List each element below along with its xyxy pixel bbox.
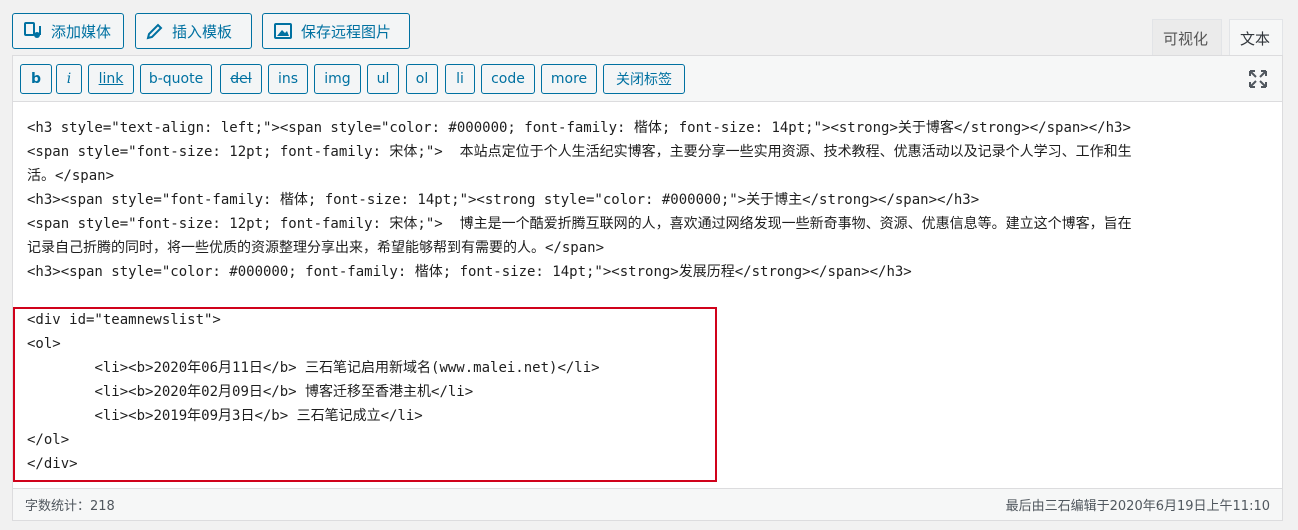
quicktag-img-button[interactable]: img xyxy=(314,64,361,94)
quicktag-label: ol xyxy=(415,71,429,87)
add-media-label: 添加媒体 xyxy=(51,22,112,41)
code-line: <li><b>2019年09月3日</b> 三石笔记成立</li> xyxy=(27,408,423,424)
code-textarea[interactable]: <h3 style="text-align: left;"><span styl… xyxy=(13,102,1282,488)
code-line: 记录自己折腾的同时，将一些优质的资源整理分享出来，希望能够帮到有需要的人。</s… xyxy=(27,240,604,256)
quicktag-label: li xyxy=(456,71,464,87)
quicktag-li-button[interactable]: li xyxy=(445,64,475,94)
quicktag-label: i xyxy=(66,71,72,87)
quicktag-b-button[interactable]: b xyxy=(20,64,52,94)
insert-template-label: 插入模板 xyxy=(172,22,233,41)
code-line: <span style="font-size: 12pt; font-famil… xyxy=(27,216,1132,232)
code-line: </div> xyxy=(27,456,78,472)
quicktag-label: code xyxy=(491,71,525,87)
text-editor: b i link b-quote del ins img ul ol li co… xyxy=(12,55,1283,521)
quicktags-toolbar: b i link b-quote del ins img ul ol li co… xyxy=(13,56,1282,102)
last-edited: 最后由三石编辑于2020年6月19日上午11:10 xyxy=(1005,499,1270,514)
tab-text[interactable]: 文本 xyxy=(1229,19,1283,56)
add-media-button[interactable]: 添加媒体 xyxy=(12,13,124,49)
quicktag-bquote-button[interactable]: b-quote xyxy=(140,64,212,94)
fullscreen-icon[interactable] xyxy=(1248,69,1268,89)
code-line: 活。</span> xyxy=(27,168,115,184)
pencil-icon xyxy=(146,23,163,40)
quicktag-ol-button[interactable]: ol xyxy=(406,64,438,94)
quicktag-close-tags-button[interactable]: 关闭标签 xyxy=(603,64,685,94)
quicktag-more-button[interactable]: more xyxy=(541,64,597,94)
code-line: <h3 style="text-align: left;"><span styl… xyxy=(27,120,1131,136)
status-bar: 字数统计：218 最后由三石编辑于2020年6月19日上午11:10 xyxy=(13,488,1282,520)
quicktag-code-button[interactable]: code xyxy=(481,64,535,94)
code-line: <span style="font-size: 12pt; font-famil… xyxy=(27,144,1132,160)
code-line: <li><b>2020年02月09日</b> 博客迁移至香港主机</li> xyxy=(27,384,474,400)
tab-visual-label: 可视化 xyxy=(1163,29,1209,48)
quicktag-label: b xyxy=(30,71,42,87)
word-count: 字数统计：218 xyxy=(25,499,115,514)
media-icon xyxy=(24,22,41,38)
code-line: <li><b>2020年06月11日</b> 三石笔记启用新域名(www.mal… xyxy=(27,360,600,376)
quicktag-label: 关闭标签 xyxy=(616,72,672,88)
quicktag-label: ul xyxy=(376,71,390,87)
quicktag-label: img xyxy=(324,71,351,87)
quicktag-label: del xyxy=(230,71,252,87)
quicktag-label: link xyxy=(98,71,124,87)
code-line: <h3><span style="color: #000000; font-fa… xyxy=(27,264,912,280)
code-line: <h3><span style="font-family: 楷体; font-s… xyxy=(27,192,980,208)
save-remote-images-label: 保存远程图片 xyxy=(301,22,392,41)
save-remote-images-button[interactable]: 保存远程图片 xyxy=(262,13,410,49)
quicktag-i-button[interactable]: i xyxy=(56,64,82,94)
code-line: <ol> xyxy=(27,336,61,352)
quicktag-label: b-quote xyxy=(148,71,204,87)
quicktag-label: more xyxy=(550,71,588,87)
quicktag-label: ins xyxy=(277,71,299,87)
quicktag-ul-button[interactable]: ul xyxy=(367,64,399,94)
quicktag-del-button[interactable]: del xyxy=(220,64,262,94)
quicktag-link-button[interactable]: link xyxy=(88,64,134,94)
image-icon xyxy=(274,23,292,39)
tab-visual[interactable]: 可视化 xyxy=(1152,19,1222,56)
code-line: </ol> xyxy=(27,432,70,448)
tab-text-label: 文本 xyxy=(1240,29,1271,48)
quicktag-ins-button[interactable]: ins xyxy=(268,64,308,94)
code-line: <div id="teamnewslist"> xyxy=(27,312,221,328)
insert-template-button[interactable]: 插入模板 xyxy=(135,13,252,49)
